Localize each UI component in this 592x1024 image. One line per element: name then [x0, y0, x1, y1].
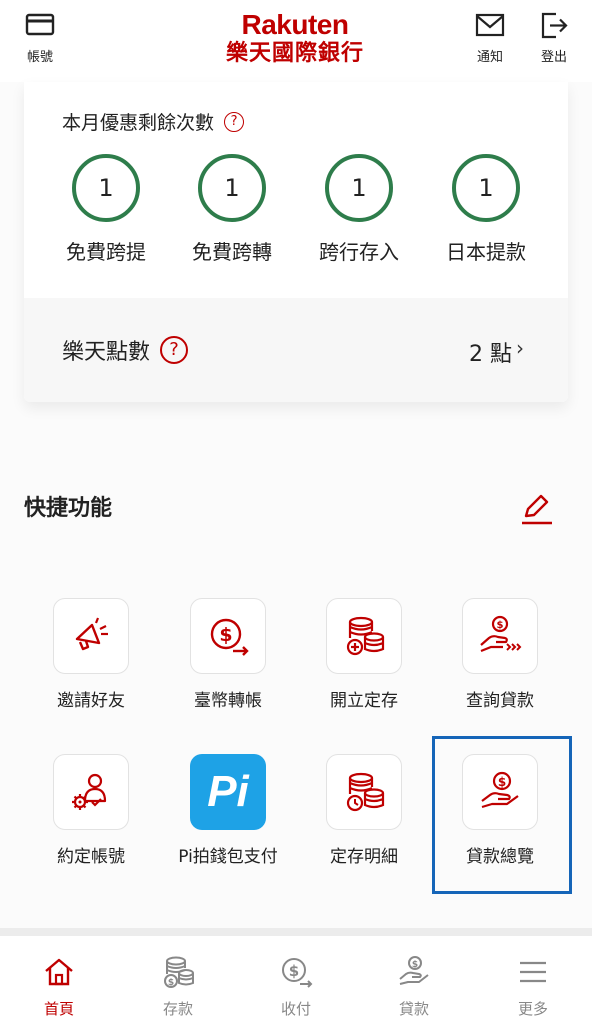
svg-text:$: $: [219, 624, 232, 646]
user-gear-icon: [72, 773, 107, 810]
counter-label: 日本提款: [446, 240, 526, 264]
nav-payment[interactable]: $ 收付: [256, 954, 336, 1019]
megaphone-icon: [75, 617, 108, 651]
card-icon: [25, 13, 55, 36]
bottom-nav: 首頁 $ 存款 $ 收付 $ 貸款 更多: [0, 928, 592, 1024]
counter-free-withdraw: 1 免費跨提: [46, 154, 166, 265]
edit-button[interactable]: [516, 488, 556, 528]
nav-label: 存款: [162, 1000, 193, 1018]
rakuten-logo: Rakuten 樂天國際銀行: [200, 10, 390, 68]
tile-open-deposit[interactable]: 開立定存: [304, 598, 424, 711]
tile-agreed-accounts[interactable]: 約定帳號: [31, 754, 151, 867]
benefits-card: 本月優惠剩餘次數 ? 1 免費跨提 1 免費跨轉 1 跨行存入 1 日本提款 樂…: [24, 82, 568, 402]
pencil-icon: [522, 494, 552, 525]
count-ring: 1: [198, 154, 266, 222]
tile-box: $: [462, 598, 538, 674]
tile-label: 開立定存: [330, 691, 398, 711]
benefits-title: 本月優惠剩餘次數 ?: [62, 108, 245, 135]
points-label: 樂天點數 ?: [62, 334, 189, 366]
tile-label: 約定帳號: [57, 847, 125, 867]
tile-pi-wallet[interactable]: Pi Pi拍錢包支付: [168, 754, 288, 867]
counter-interbank-deposit: 1 跨行存入: [299, 154, 419, 265]
selection-highlight: [432, 736, 572, 894]
tile-box: [326, 598, 402, 674]
home-icon: [45, 958, 73, 986]
svg-text:$: $: [168, 978, 174, 988]
mail-icon: [475, 13, 505, 37]
tile-invite-friends[interactable]: 邀請好友: [31, 598, 151, 711]
account-button[interactable]: 帳號: [10, 10, 70, 65]
nav-more[interactable]: 更多: [493, 954, 573, 1019]
logout-label: 登出: [540, 50, 567, 65]
tile-label: 查詢貸款: [466, 691, 534, 711]
coins-add-icon: [346, 616, 385, 656]
nav-label: 首頁: [43, 1000, 74, 1018]
count-ring: 1: [325, 154, 393, 222]
coins-icon: $: [164, 956, 194, 988]
notify-label: 通知: [476, 50, 503, 65]
help-icon[interactable]: ?: [160, 336, 189, 364]
logo-zh: 樂天國際銀行: [225, 41, 364, 66]
tile-deposit-details[interactable]: 定存明細: [304, 754, 424, 867]
tile-label: 邀請好友: [57, 691, 125, 711]
tile-twd-transfer[interactable]: $ 臺幣轉帳: [168, 598, 288, 711]
logout-icon: [541, 12, 568, 39]
dollar-transfer-icon: $: [210, 618, 249, 656]
nav-deposit[interactable]: $ 存款: [138, 954, 218, 1019]
points-label-text: 樂天點數: [62, 340, 151, 365]
tile-label: 臺幣轉帳: [194, 691, 262, 711]
tile-box: [53, 754, 129, 830]
loan-search-icon: $: [480, 615, 522, 653]
benefits-title-text: 本月優惠剩餘次數: [62, 112, 215, 134]
nav-label: 更多: [517, 1000, 548, 1018]
menu-icon: [520, 961, 546, 983]
logout-button[interactable]: 登出: [524, 10, 584, 65]
tile-box: [53, 598, 129, 674]
counter-label: 免費跨提: [66, 240, 146, 264]
quick-functions-title: 快捷功能: [24, 496, 113, 521]
counter-free-transfer: 1 免費跨轉: [172, 154, 292, 265]
coins-clock-icon: [346, 772, 385, 812]
count-ring: 1: [452, 154, 520, 222]
svg-text:$: $: [289, 962, 299, 980]
points-row[interactable]: 樂天點數 ? 2 點 ›: [24, 298, 568, 402]
dollar-arrow-icon: $: [282, 958, 313, 988]
count-ring: 1: [72, 154, 140, 222]
counter-label: 免費跨轉: [192, 240, 272, 264]
points-value: 2 點: [469, 342, 512, 367]
app-header: 帳號 Rakuten 樂天國際銀行 通知 登出: [0, 0, 592, 82]
chevron-right-icon: ›: [516, 336, 524, 360]
nav-label: 收付: [280, 1000, 311, 1018]
logo-en: Rakuten: [241, 9, 349, 40]
nav-label: 貸款: [398, 1000, 429, 1018]
hand-coin-icon: $: [399, 956, 429, 985]
pi-wallet-icon: Pi: [190, 754, 266, 830]
tile-box: [326, 754, 402, 830]
notify-button[interactable]: 通知: [460, 10, 520, 65]
svg-text:$: $: [412, 960, 418, 970]
tile-box: $: [190, 598, 266, 674]
counter-japan-withdraw: 1 日本提款: [426, 154, 546, 265]
nav-home[interactable]: 首頁: [19, 954, 99, 1019]
account-label: 帳號: [26, 50, 53, 65]
svg-text:$: $: [497, 620, 504, 631]
tile-label: Pi拍錢包支付: [178, 847, 278, 867]
tile-label: 定存明細: [330, 847, 398, 867]
counter-label: 跨行存入: [319, 240, 399, 264]
nav-loan[interactable]: $ 貸款: [374, 954, 454, 1019]
help-icon[interactable]: ?: [224, 111, 245, 132]
tile-loan-query[interactable]: $ 查詢貸款: [440, 598, 560, 711]
